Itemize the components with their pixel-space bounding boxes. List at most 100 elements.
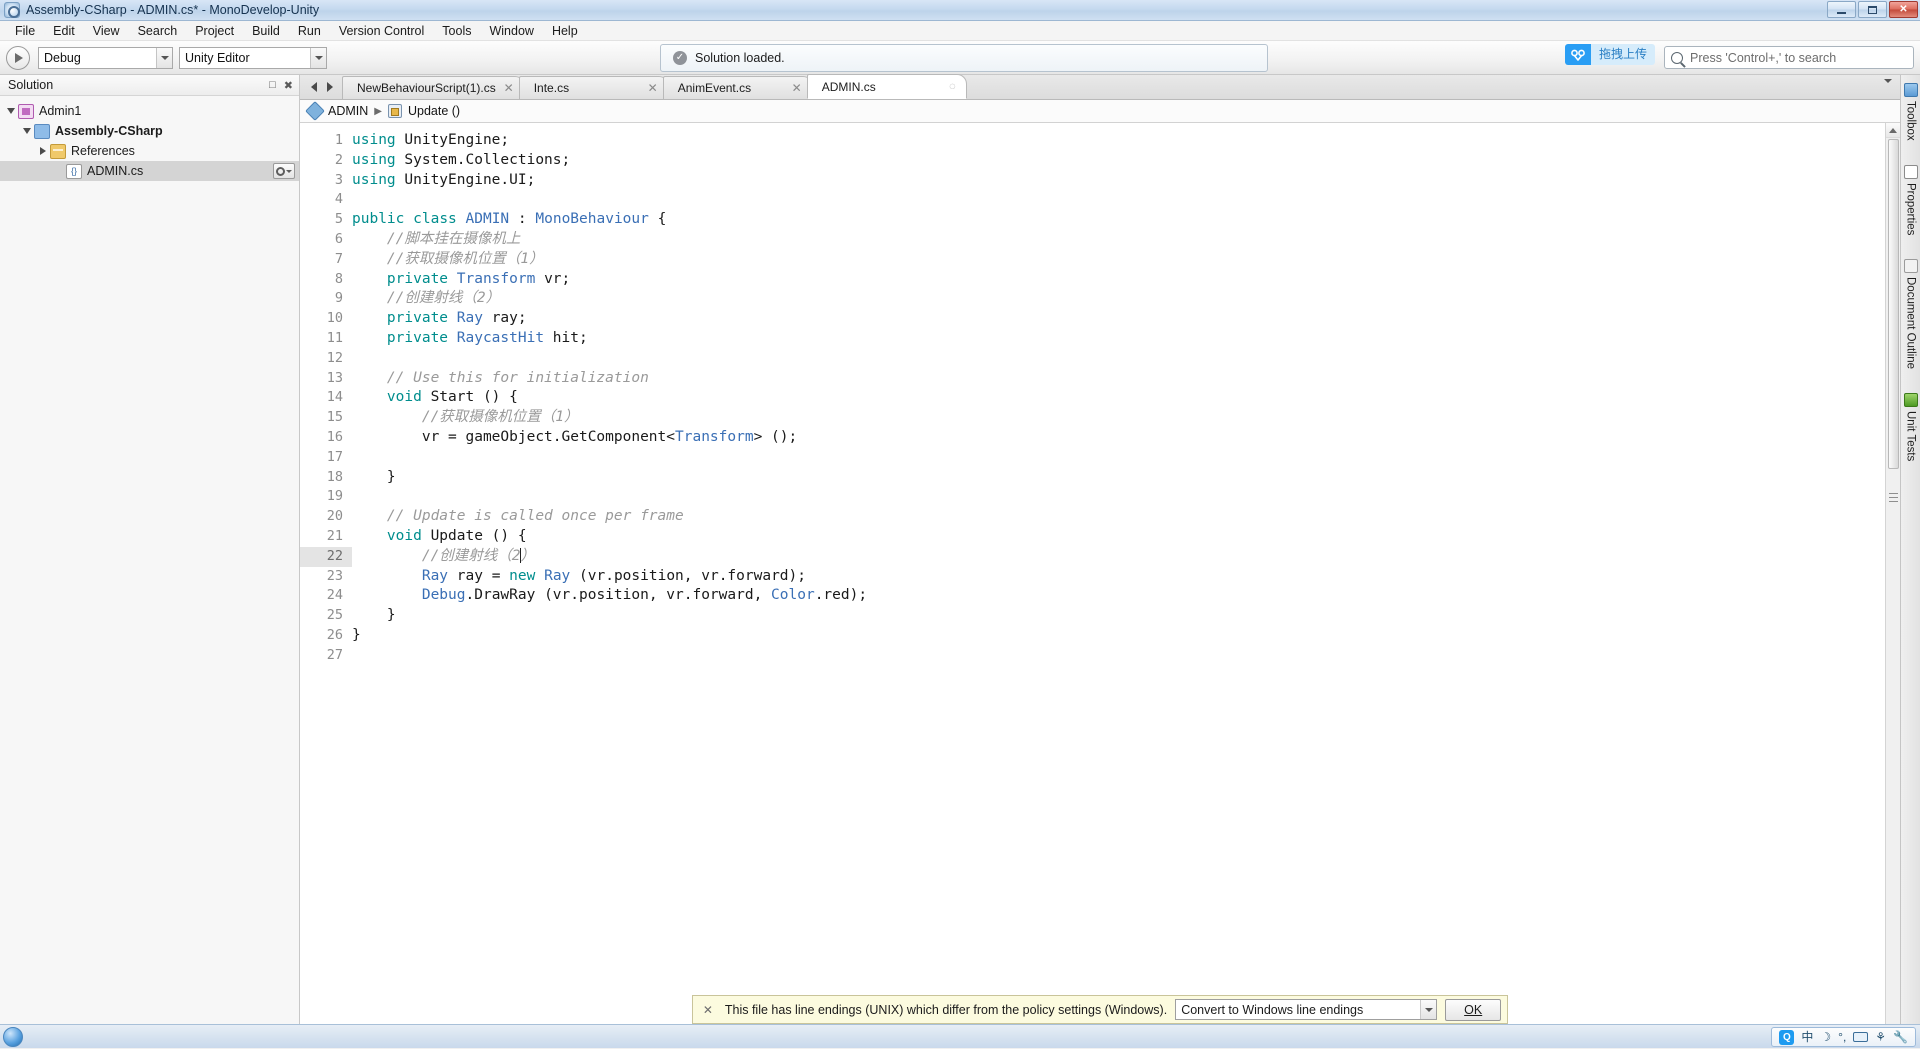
code-line-text[interactable]: private Ray ray; <box>352 309 1885 329</box>
editor-vertical-scrollbar[interactable] <box>1885 123 1900 1024</box>
code-line[interactable]: 1 using UnityEngine; <box>300 131 1885 151</box>
code-line[interactable]: 27 <box>300 646 1885 666</box>
close-icon[interactable]: ✕ <box>699 1003 717 1017</box>
code-lines[interactable]: 1 using UnityEngine; 2 using System.Collect… <box>300 123 1885 666</box>
runtime-selector[interactable]: Unity Editor <box>179 46 327 69</box>
code-line-text[interactable]: vr = gameObject.GetComponent<Transform> … <box>352 428 1885 448</box>
tab-list-button[interactable] <box>1884 79 1892 98</box>
tree-item-admin1[interactable]: Admin1 <box>0 101 299 121</box>
moon-icon[interactable]: ☽ <box>1820 1031 1831 1043</box>
close-icon[interactable]: ◌ <box>949 81 956 92</box>
menu-file[interactable]: File <box>6 22 44 40</box>
code-line[interactable]: 11 private RaycastHit hit; <box>300 329 1885 349</box>
menu-version-control[interactable]: Version Control <box>330 22 433 40</box>
pad-minimize-button[interactable]: □ <box>269 79 276 91</box>
ime-logo-icon[interactable]: Q <box>1779 1029 1795 1045</box>
tab-admin[interactable]: ADMIN.cs ◌ <box>806 74 967 99</box>
code-line-text[interactable]: //创建射线（2） <box>352 289 1885 309</box>
tab-inte[interactable]: Inte.cs ✕ <box>518 76 669 99</box>
code-editor[interactable]: 1 using UnityEngine; 2 using System.Collect… <box>300 123 1900 1024</box>
close-icon[interactable]: ✕ <box>504 82 514 94</box>
row-options-button[interactable] <box>273 163 295 179</box>
dock-item-unit-tests[interactable]: Unit Tests <box>1903 389 1918 465</box>
code-line[interactable]: 9 //创建射线（2） <box>300 289 1885 309</box>
menu-tools[interactable]: Tools <box>433 22 480 40</box>
run-button[interactable] <box>6 45 30 70</box>
pad-close-button[interactable]: ✖ <box>284 79 293 92</box>
code-line[interactable]: 21 void Update () { <box>300 527 1885 547</box>
code-line-text[interactable]: void Start () { <box>352 388 1885 408</box>
code-line[interactable]: 5 public class ADMIN : MonoBehaviour { <box>300 210 1885 230</box>
code-line-text[interactable]: } <box>352 606 1885 626</box>
code-line-text[interactable] <box>352 190 1885 210</box>
punctuation-icon[interactable]: °, <box>1838 1031 1846 1043</box>
menu-build[interactable]: Build <box>243 22 289 40</box>
menu-window[interactable]: Window <box>480 22 542 40</box>
ime-toolbox-icon[interactable]: ⚘ <box>1875 1031 1886 1043</box>
upload-chip[interactable]: 拖拽上传 <box>1564 44 1655 65</box>
tab-prev-button[interactable] <box>306 81 322 92</box>
code-line-text[interactable] <box>352 448 1885 468</box>
code-line[interactable]: 20 // Update is called once per frame <box>300 507 1885 527</box>
configuration-selector[interactable]: Debug <box>38 46 173 69</box>
chevron-right-icon[interactable] <box>36 147 50 155</box>
close-icon[interactable]: ✕ <box>648 82 658 94</box>
code-line[interactable]: 3 using UnityEngine.UI; <box>300 171 1885 191</box>
code-line-text[interactable]: // Update is called once per frame <box>352 507 1885 527</box>
code-line-text[interactable]: //脚本挂在摄像机上 <box>352 230 1885 250</box>
search-input[interactable] <box>1688 49 1913 66</box>
keyboard-icon[interactable] <box>1853 1032 1869 1042</box>
dock-item-toolbox[interactable]: Toolbox <box>1903 79 1918 145</box>
code-line[interactable]: 24 Debug.DrawRay (vr.position, vr.forwar… <box>300 586 1885 606</box>
code-line[interactable]: 10 private Ray ray; <box>300 309 1885 329</box>
code-line-text[interactable] <box>352 349 1885 369</box>
code-line-text[interactable]: //获取摄像机位置（1） <box>352 408 1885 428</box>
code-line[interactable]: 12 <box>300 349 1885 369</box>
code-line[interactable]: 15 //获取摄像机位置（1） <box>300 408 1885 428</box>
menu-view[interactable]: View <box>84 22 129 40</box>
code-line[interactable]: 17 <box>300 448 1885 468</box>
code-line-text[interactable]: using UnityEngine; <box>352 131 1885 151</box>
dock-item-properties[interactable]: Properties <box>1903 161 1918 239</box>
code-line-text[interactable]: private RaycastHit hit; <box>352 329 1885 349</box>
infobar-ok-button[interactable]: OK <box>1445 998 1502 1021</box>
code-line-text[interactable] <box>352 646 1885 666</box>
code-scroll-region[interactable]: 1 using UnityEngine; 2 using System.Collect… <box>300 123 1885 1024</box>
line-endings-action-select[interactable]: Convert to Windows line endings <box>1175 999 1438 1020</box>
tab-next-button[interactable] <box>322 81 338 92</box>
close-button[interactable]: ✕ <box>1889 1 1918 18</box>
code-line-text[interactable]: } <box>352 468 1885 488</box>
chevron-down-icon[interactable] <box>20 128 34 134</box>
start-button[interactable] <box>3 1026 23 1047</box>
menu-project[interactable]: Project <box>186 22 243 40</box>
code-line-text[interactable]: Ray ray = new Ray (vr.position, vr.forwa… <box>352 567 1885 587</box>
close-icon[interactable]: ✕ <box>792 82 802 94</box>
ime-mode-button[interactable]: 中 <box>1801 1031 1813 1043</box>
tab-animevent[interactable]: AnimEvent.cs ✕ <box>662 76 813 99</box>
code-line[interactable]: 18 } <box>300 468 1885 488</box>
menu-edit[interactable]: Edit <box>44 22 84 40</box>
code-line-text[interactable]: using System.Collections; <box>352 151 1885 171</box>
breadcrumb-member[interactable]: Update () <box>408 104 460 118</box>
wrench-icon[interactable]: 🔧 <box>1893 1031 1908 1043</box>
scroll-up-button[interactable] <box>1885 123 1900 138</box>
code-line-text[interactable]: using UnityEngine.UI; <box>352 171 1885 191</box>
code-line-text[interactable]: //创建射线（2） <box>352 547 1885 567</box>
scrollbar-grip[interactable] <box>1889 493 1898 502</box>
code-line[interactable]: 16 vr = gameObject.GetComponent<Transfor… <box>300 428 1885 448</box>
dock-item-document-outline[interactable]: Document Outline <box>1903 255 1918 373</box>
tree-item-assembly-csharp[interactable]: Assembly-CSharp <box>0 121 299 141</box>
code-line-text[interactable]: } <box>352 626 1885 646</box>
minimize-button[interactable] <box>1827 1 1856 18</box>
menu-run[interactable]: Run <box>289 22 330 40</box>
menu-search[interactable]: Search <box>129 22 187 40</box>
scrollbar-thumb[interactable] <box>1888 139 1899 469</box>
breadcrumb-class[interactable]: ADMIN <box>328 104 368 118</box>
tree-item-references[interactable]: References <box>0 141 299 161</box>
maximize-button[interactable] <box>1858 1 1887 18</box>
code-line[interactable]: 26} <box>300 626 1885 646</box>
tab-newbehaviourscript[interactable]: NewBehaviourScript(1).cs ✕ <box>342 76 525 99</box>
code-line[interactable]: 25 } <box>300 606 1885 626</box>
code-line[interactable]: 8 private Transform vr; <box>300 270 1885 290</box>
global-search[interactable] <box>1664 46 1914 69</box>
